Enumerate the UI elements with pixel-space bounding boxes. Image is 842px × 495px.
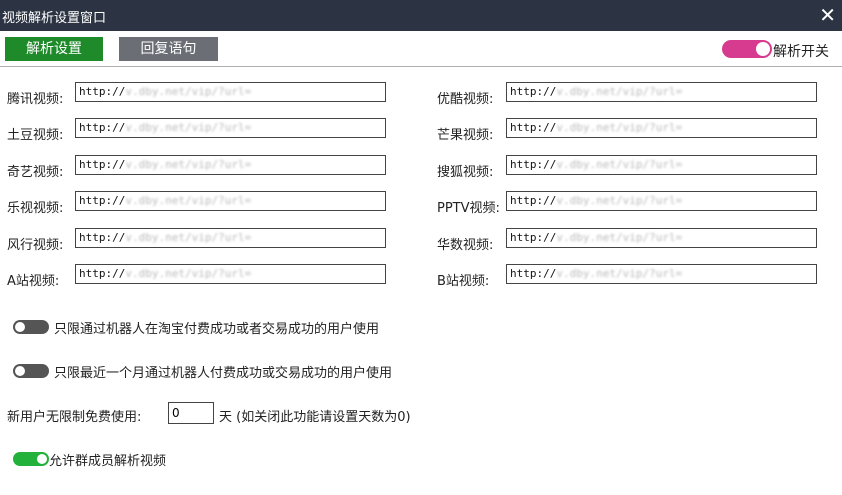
label-mango: 芒果视频:: [437, 128, 494, 143]
url-input-bilibili[interactable]: http://v.dby.net/vip/?url=: [506, 264, 817, 284]
label-tudou: 土豆视频:: [7, 128, 64, 143]
url-input-tudou[interactable]: http://v.dby.net/vip/?url=: [75, 118, 386, 138]
label-sohu: 搜狐视频:: [437, 165, 494, 180]
label-pptv: PPTV视频:: [437, 201, 500, 216]
toggle-knob: [756, 42, 770, 56]
url-input-acfun[interactable]: http://v.dby.net/vip/?url=: [75, 264, 386, 284]
free-days-label: 新用户无限制免费使用:: [7, 410, 142, 425]
divider: [0, 66, 842, 67]
tab-parse-settings[interactable]: 解析设置: [5, 37, 103, 61]
url-input-sohu[interactable]: http://v.dby.net/vip/?url=: [506, 155, 817, 175]
taobao-only-label: 只限通过机器人在淘宝付费成功或者交易成功的用户使用: [54, 322, 380, 337]
toggle-knob: [15, 322, 25, 332]
label-youku: 优酷视频:: [437, 92, 494, 107]
url-input-wasu[interactable]: http://v.dby.net/vip/?url=: [506, 228, 817, 248]
free-days-suffix: 天 (如关闭此功能请设置天数为0): [219, 410, 411, 425]
label-funshion: 风行视频:: [7, 238, 64, 253]
last-month-only-toggle[interactable]: [13, 364, 49, 378]
label-iqiyi: 奇艺视频:: [7, 165, 64, 180]
label-letv: 乐视视频:: [7, 201, 64, 216]
toggle-knob: [15, 366, 25, 376]
free-days-input[interactable]: [168, 402, 214, 424]
url-input-iqiyi[interactable]: http://v.dby.net/vip/?url=: [75, 155, 386, 175]
title-bar: 视频解析设置窗口 ✕: [0, 0, 842, 31]
url-input-pptv[interactable]: http://v.dby.net/vip/?url=: [506, 191, 817, 211]
tab-reply-phrases[interactable]: 回复语句: [119, 37, 218, 61]
group-parse-label: 允许群成员解析视频: [49, 454, 167, 469]
url-input-mango[interactable]: http://v.dby.net/vip/?url=: [506, 118, 817, 138]
window-title: 视频解析设置窗口: [2, 11, 107, 26]
toggle-knob: [37, 454, 47, 464]
url-input-youku[interactable]: http://v.dby.net/vip/?url=: [506, 82, 817, 102]
label-tencent: 腾讯视频:: [7, 92, 64, 107]
url-input-letv[interactable]: http://v.dby.net/vip/?url=: [75, 191, 386, 211]
group-parse-toggle[interactable]: [13, 452, 49, 466]
url-input-funshion[interactable]: http://v.dby.net/vip/?url=: [75, 228, 386, 248]
close-icon[interactable]: ✕: [819, 3, 836, 27]
parse-master-toggle[interactable]: [722, 40, 772, 58]
taobao-only-toggle[interactable]: [13, 320, 49, 334]
label-acfun: A站视频:: [7, 274, 60, 289]
url-input-tencent[interactable]: http://v.dby.net/vip/?url=: [75, 82, 386, 102]
parse-master-label: 解析开关: [773, 44, 829, 60]
label-wasu: 华数视频:: [437, 238, 494, 253]
last-month-only-label: 只限最近一个月通过机器人付费成功或交易成功的用户使用: [54, 366, 393, 381]
label-bilibili: B站视频:: [437, 274, 490, 289]
